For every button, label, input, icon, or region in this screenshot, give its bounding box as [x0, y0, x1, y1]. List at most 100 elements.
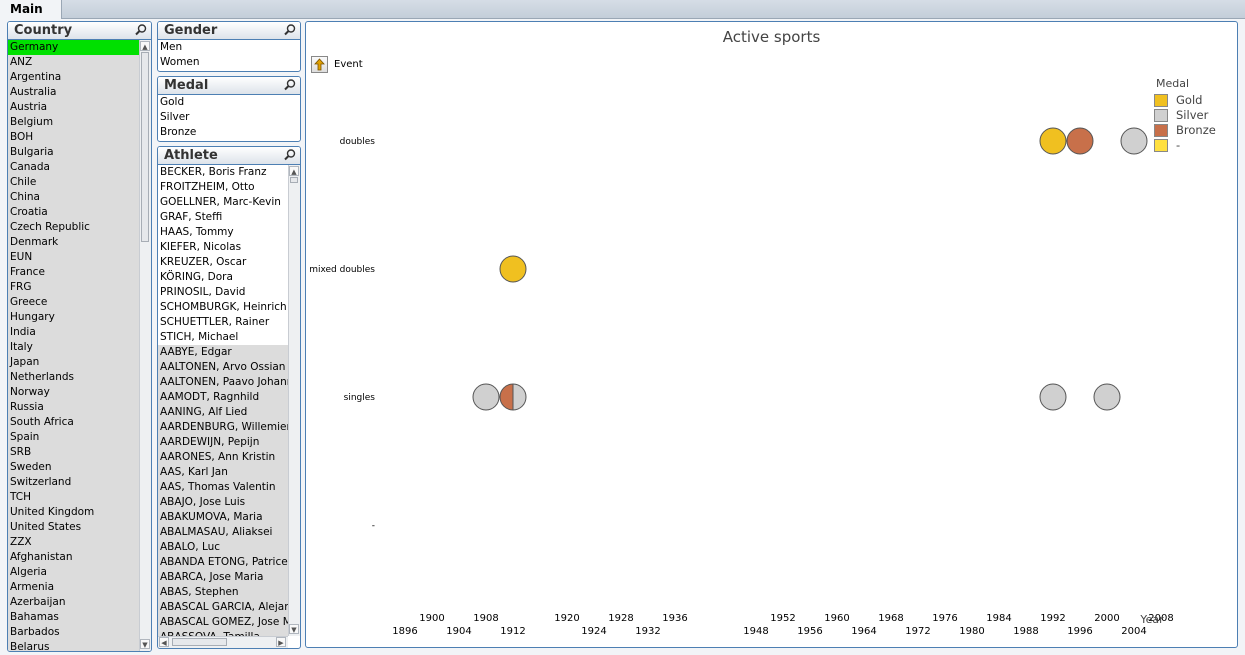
list-item[interactable]: Afghanistan [8, 550, 139, 565]
scroll-thumb[interactable] [141, 52, 149, 242]
list-item[interactable]: Men [158, 40, 300, 55]
scroll-left-icon[interactable]: ◀ [159, 637, 169, 647]
list-item[interactable]: Women [158, 55, 300, 70]
list-item[interactable]: Croatia [8, 205, 139, 220]
list-item[interactable]: United Kingdom [8, 505, 139, 520]
list-item[interactable]: ABASCAL GOMEZ, Jose Manuel [158, 615, 288, 630]
list-item[interactable]: AALTONEN, Arvo Ossian [158, 360, 288, 375]
list-item[interactable]: Bronze [158, 125, 300, 140]
list-item[interactable]: Italy [8, 340, 139, 355]
search-icon[interactable] [283, 148, 297, 162]
search-icon[interactable] [134, 23, 148, 37]
list-item[interactable]: GRAF, Steffi [158, 210, 288, 225]
list-item[interactable]: Gold [158, 95, 300, 110]
list-item[interactable]: ABAS, Stephen [158, 585, 288, 600]
list-item[interactable]: ZZX [8, 535, 139, 550]
athlete-scrollbar[interactable]: ▲ ▼ [288, 165, 300, 636]
scroll-down-icon[interactable]: ▼ [289, 624, 299, 634]
list-item[interactable]: ANZ [8, 55, 139, 70]
list-item[interactable]: STICH, Michael [158, 330, 288, 345]
scroll-up-icon[interactable]: ▲ [289, 166, 299, 176]
list-item[interactable]: AARDENBURG, Willemien [158, 420, 288, 435]
list-item[interactable]: China [8, 190, 139, 205]
list-item[interactable]: ABASCAL GARCIA, Alejandro [158, 600, 288, 615]
list-item[interactable]: FROITZHEIM, Otto [158, 180, 288, 195]
scroll-up-icon[interactable]: ▲ [140, 41, 150, 51]
list-item[interactable]: Bahamas [8, 610, 139, 625]
scroll-down-icon[interactable]: ▼ [140, 639, 150, 649]
list-item[interactable]: Azerbaijan [8, 595, 139, 610]
list-item[interactable]: PRINOSIL, David [158, 285, 288, 300]
list-item[interactable]: Russia [8, 400, 139, 415]
list-item[interactable]: GOELLNER, Marc-Kevin [158, 195, 288, 210]
search-icon[interactable] [283, 23, 297, 37]
list-item[interactable]: Argentina [8, 70, 139, 85]
active-sports-chart[interactable]: Active sports Event Medal Gold Silver Bron… [305, 21, 1238, 648]
list-item[interactable]: Japan [8, 355, 139, 370]
list-item[interactable]: Silver [158, 110, 300, 125]
search-icon[interactable] [283, 78, 297, 92]
x-tick-label: 1900 [419, 613, 444, 624]
list-item[interactable]: HAAS, Tommy [158, 225, 288, 240]
list-item[interactable]: AAMODT, Ragnhild [158, 390, 288, 405]
country-scrollbar[interactable]: ▲ ▼ [139, 40, 151, 651]
scroll-right-icon[interactable]: ▶ [276, 637, 286, 647]
list-item[interactable]: TCH [8, 490, 139, 505]
list-item[interactable]: Belarus [8, 640, 139, 651]
list-item[interactable]: AANING, Alf Lied [158, 405, 288, 420]
list-item[interactable]: Greece [8, 295, 139, 310]
list-item[interactable]: South Africa [8, 415, 139, 430]
list-item[interactable]: ABALMASAU, Aliaksei [158, 525, 288, 540]
athlete-hscrollbar[interactable]: ◀ ▶ [158, 636, 288, 648]
list-item[interactable]: Czech Republic [8, 220, 139, 235]
gender-listbox[interactable]: Gender Men Women [157, 21, 301, 72]
list-item[interactable]: ABAJO, Jose Luis [158, 495, 288, 510]
list-item[interactable]: Spain [8, 430, 139, 445]
list-item[interactable]: KIEFER, Nicolas [158, 240, 288, 255]
list-item[interactable]: Algeria [8, 565, 139, 580]
medal-listbox[interactable]: Medal Gold Silver Bronze [157, 76, 301, 142]
list-item[interactable]: Barbados [8, 625, 139, 640]
list-item[interactable]: India [8, 325, 139, 340]
list-item[interactable]: BECKER, Boris Franz [158, 165, 288, 180]
list-item[interactable]: Armenia [8, 580, 139, 595]
athlete-listbox[interactable]: Athlete BECKER, Boris Franz FROITZHEIM, O… [157, 146, 301, 649]
list-item[interactable]: Sweden [8, 460, 139, 475]
list-item[interactable]: AAS, Karl Jan [158, 465, 288, 480]
list-item[interactable]: Australia [8, 85, 139, 100]
list-item[interactable]: AARONES, Ann Kristin [158, 450, 288, 465]
scroll-thumb[interactable] [172, 638, 227, 646]
list-item[interactable]: SCHUETTLER, Rainer [158, 315, 288, 330]
list-item[interactable]: AABYE, Edgar [158, 345, 288, 360]
list-item[interactable]: Norway [8, 385, 139, 400]
list-item[interactable]: Denmark [8, 235, 139, 250]
tab-main[interactable]: Main [0, 0, 62, 19]
list-item[interactable]: KÖRING, Dora [158, 270, 288, 285]
list-item[interactable]: FRG [8, 280, 139, 295]
list-item[interactable]: ABALO, Luc [158, 540, 288, 555]
list-item[interactable]: Chile [8, 175, 139, 190]
list-item[interactable]: AALTONEN, Paavo Johannes [158, 375, 288, 390]
list-item[interactable]: Belgium [8, 115, 139, 130]
list-item[interactable]: Canada [8, 160, 139, 175]
list-item[interactable]: EUN [8, 250, 139, 265]
list-item[interactable]: Hungary [8, 310, 139, 325]
list-item[interactable]: Bulgaria [8, 145, 139, 160]
list-item[interactable]: AAS, Thomas Valentin [158, 480, 288, 495]
list-item[interactable]: ABARCA, Jose Maria [158, 570, 288, 585]
list-item[interactable]: AARDEWIJN, Pepijn [158, 435, 288, 450]
scroll-thumb[interactable] [290, 177, 298, 183]
list-item[interactable]: KREUZER, Oscar [158, 255, 288, 270]
list-item[interactable]: SCHOMBURGK, Heinrich [158, 300, 288, 315]
list-item[interactable]: ABANDA ETONG, Patrice [158, 555, 288, 570]
list-item[interactable]: ABAKUMOVA, Maria [158, 510, 288, 525]
list-item[interactable]: Austria [8, 100, 139, 115]
list-item[interactable]: United States [8, 520, 139, 535]
list-item[interactable]: Netherlands [8, 370, 139, 385]
list-item[interactable]: France [8, 265, 139, 280]
list-item[interactable]: BOH [8, 130, 139, 145]
list-item[interactable]: Switzerland [8, 475, 139, 490]
list-item[interactable]: Germany [8, 40, 139, 55]
list-item[interactable]: SRB [8, 445, 139, 460]
country-listbox[interactable]: Country Germany ANZ Argentina Australia Aust… [7, 21, 152, 652]
